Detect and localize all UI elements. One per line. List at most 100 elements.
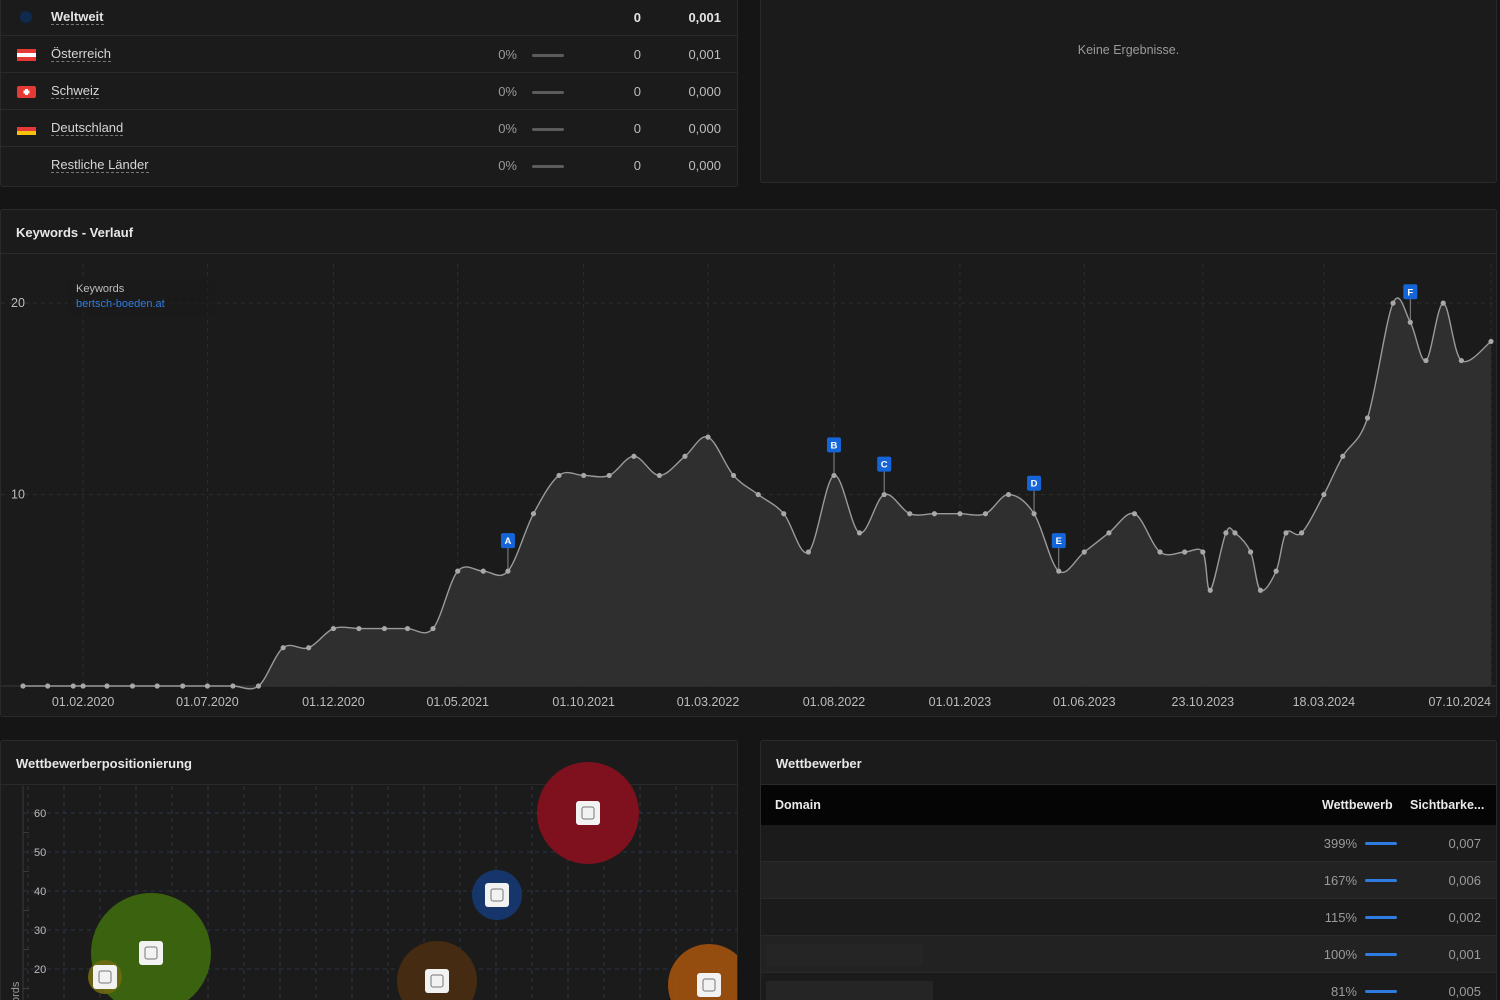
legend-label: Keywords [76,283,125,295]
x-tick-label: 01.12.2020 [302,695,365,709]
data-point [1157,549,1163,555]
data-point [1005,491,1012,498]
data-point [1440,300,1446,306]
country-percent: 0% [498,47,517,62]
data-point [1200,549,1206,555]
no-results-panel: Keine Ergebnisse. [760,0,1497,183]
positioning-chart[interactable]: 60 50 40 30 20 ords [1,741,738,1000]
bubble-favicon-icon [93,965,117,989]
data-point [1390,300,1396,306]
y-tick-label: 10 [11,488,25,502]
country-name[interactable]: Restliche Länder [51,158,149,173]
column-domain[interactable]: Domain [775,798,821,812]
table-row[interactable]: 100% 0,001 [761,936,1496,973]
data-point [204,683,211,689]
data-point [1131,511,1138,517]
data-point [1232,530,1238,536]
data-point [1458,357,1464,364]
annotation-label: D [1031,479,1038,490]
keywords-chart[interactable]: 01.02.2020 01.07.2020 01.12.2020 01.05.2021… [1,210,1497,717]
x-tick-label: 01.10.2021 [552,695,615,709]
x-tick-label: 01.01.2023 [929,695,992,709]
country-name[interactable]: Deutschland [51,121,124,136]
country-bar [532,54,564,57]
table-row[interactable]: 399% 0,007 [761,825,1496,862]
data-point [1106,530,1112,536]
data-point [1182,549,1188,555]
country-name[interactable]: Österreich [51,47,111,62]
table-row[interactable]: 115% 0,002 [761,899,1496,936]
data-point [1056,568,1062,574]
data-point [581,472,587,479]
data-point [1207,587,1213,593]
data-point [881,491,887,498]
country-visibility: 0,001 [688,10,721,25]
data-point [1273,568,1279,574]
competitors-panel: Wettbewerber Domain Wettbewerb Sichtbark… [760,740,1497,1000]
data-point [705,434,711,440]
data-point [1299,530,1305,536]
data-point [755,491,761,498]
data-point [230,683,236,689]
x-tick-label: 01.03.2022 [677,695,740,709]
data-point [330,625,336,632]
data-point [1283,530,1289,536]
country-keywords: 0 [633,121,641,136]
data-point [1423,357,1429,364]
competitor-visibility: 0,001 [1448,947,1481,962]
data-point [356,625,362,632]
data-point [255,683,262,689]
bubble-favicon-icon [139,941,163,965]
data-point [1081,549,1087,555]
data-point [805,549,812,555]
bubble-favicon-icon [576,801,600,825]
y-axis-label: ords [10,981,22,1000]
column-visibility[interactable]: Sichtbarke... [1410,798,1484,812]
table-row[interactable]: 81% 0,005 [761,973,1496,1000]
country-percent: 0% [498,121,517,136]
y-tick-label: 30 [34,925,46,937]
data-point [1340,453,1346,459]
country-percent: 0% [498,158,517,173]
country-row-switzerland[interactable]: Schweiz 0% 0 0,000 [1,73,737,110]
country-visibility: 0,000 [688,158,721,173]
data-point [1321,491,1327,498]
y-tick-label: 50 [34,847,46,859]
data-point [430,625,436,632]
country-name[interactable]: Schweiz [51,84,100,99]
x-tick-label: 23.10.2023 [1172,695,1235,709]
table-row[interactable]: 167% 0,006 [761,862,1496,899]
country-bar [532,128,564,131]
keywords-history-panel: Keywords - Verlauf 01.02.2020 01.07.2020 0… [0,209,1497,717]
y-tick-label: 20 [34,964,46,976]
data-point [104,683,110,689]
country-keywords: 0 [633,158,641,173]
data-point [982,511,989,517]
competitor-visibility: 0,006 [1448,873,1481,888]
country-keywords: 0 [633,84,641,99]
country-visibility: 0,000 [688,84,721,99]
competition-percent: 100% [1323,947,1357,962]
data-point [381,625,388,632]
country-name[interactable]: Weltweit [51,10,104,25]
country-row-germany[interactable]: Deutschland 0% 0 0,000 [1,110,737,147]
competition-percent: 167% [1323,873,1357,888]
competitors-table-header: Domain Wettbewerb Sichtbarke... [761,785,1496,825]
data-point [80,683,86,689]
country-row-worldwide[interactable]: Weltweit 0 0,001 [1,0,737,36]
flag-switzerland-icon [17,86,36,98]
data-point [1031,511,1037,517]
data-point [781,511,787,517]
bubble-favicon-icon [425,969,449,993]
country-table: Weltweit 0 0,001 Österreich 0% 0 0,001 S… [0,0,738,187]
column-competition[interactable]: Wettbewerb [1322,798,1393,812]
country-row-austria[interactable]: Österreich 0% 0 0,001 [1,36,737,73]
legend-domain: bertsch-boeden.at [76,298,165,310]
competition-bar [1365,990,1397,993]
data-point [957,511,963,517]
competition-bar [1365,879,1397,882]
country-visibility: 0,000 [688,121,721,136]
y-tick-label: 60 [34,808,46,820]
y-tick-label: 40 [34,886,46,898]
country-row-other[interactable]: Restliche Länder 0% 0 0,000 [1,147,737,184]
